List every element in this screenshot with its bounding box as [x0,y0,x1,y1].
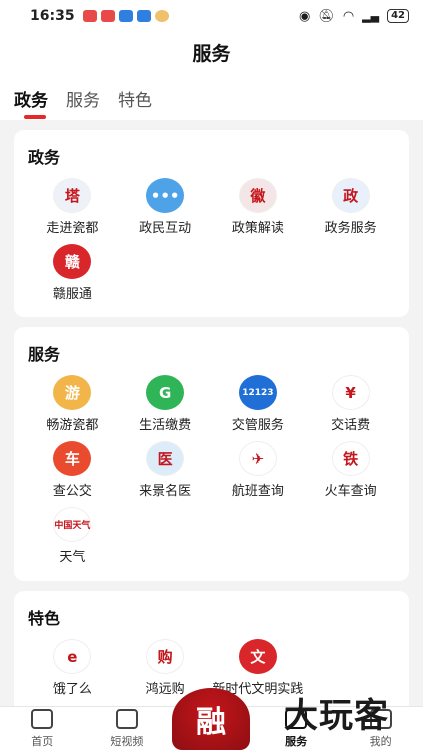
app-notification-icon [100,10,115,22]
service-item[interactable]: ••• 政民互动 [119,178,212,236]
battery-icon: 42 [387,9,409,23]
mute-icon: 🔕︎ [318,8,335,24]
service-item-label: 政务服务 [324,221,377,236]
service-item[interactable]: 中国天气 天气 [26,507,119,565]
tabbar-video[interactable]: 短视频 [85,707,170,753]
app-notification-icon [82,10,97,22]
doctor-icon: 医 [146,441,185,476]
service-item-label: 交管服务 [231,418,284,433]
gan-fu-tong-icon: 赣 [53,244,92,279]
service-item[interactable]: 赣赣服通 [26,244,119,302]
content-scroll[interactable]: 政务 塔走进瓷都 ••• 政民互动徽政策解读政政务服务赣赣服通 服务 游畅游瓷都 G 生… [0,120,423,706]
chat-bubble-icon: ••• [146,178,185,213]
service-item[interactable]: 徽政策解读 [212,178,305,236]
page-title: 服务 [0,32,423,76]
watermark: 大玩客 [284,696,389,736]
status-bar: 16:35 ◉ 🔕︎ ◠ ▂▄ 42 [0,0,423,32]
airline-icon: ✈ [238,441,277,476]
tabbar-label: 首页 [31,735,54,748]
notification-icons [82,10,169,22]
service-item[interactable]: 车查公交 [26,441,119,499]
service-item-label: 赣服通 [52,287,92,302]
service-item-label: 饿了么 [52,682,92,697]
eye-icon: ◉ [298,8,311,24]
tabbar-label: 短视频 [110,735,144,748]
civilization-icon: 文 [238,639,277,674]
wifi-icon: ◠ [342,8,355,24]
gov-service-icon: 政 [331,178,370,213]
service-item[interactable]: 购鸿远购 [119,639,212,697]
service-item[interactable]: 政政务服务 [304,178,397,236]
app-notification-icon [136,10,151,22]
service-item-label: 畅游瓷都 [46,418,99,433]
hongyuan-icon: 购 [146,639,185,674]
service-item[interactable]: 12123 交管服务 [212,375,305,433]
service-item-label: 生活缴费 [139,418,192,433]
service-item[interactable]: 医来景名医 [119,441,212,499]
service-item-label: 鸿远购 [145,682,185,697]
service-item-label: 火车查询 [324,484,377,499]
service-item[interactable]: 塔走进瓷都 [26,178,119,236]
service-item-label: 走进瓷都 [46,221,99,236]
service-item-label: 来景名医 [139,484,192,499]
service-item-label: 查公交 [52,484,92,499]
bus-icon: 车 [53,441,92,476]
phone-bill-icon: ¥ [331,375,370,410]
weather-icon: 中国天气 [53,507,92,542]
tab-service[interactable]: 服务 [66,86,100,111]
app-notification-icon [118,10,133,22]
traffic-12123-icon: 12123 [238,375,277,410]
tab-gov[interactable]: 政务 [14,86,48,119]
service-grid: 游畅游瓷都 G 生活缴费 12123 交管服务 ¥ 交话费车查公交医来景名医 ✈ 航班查询铁火车… [26,375,397,565]
railway-icon: 铁 [331,441,370,476]
emblem-icon: 徽 [238,178,277,213]
center-logo-button[interactable]: 融 [172,688,250,750]
section-title: 特色 [28,609,61,628]
service-section: 服务 游畅游瓷都 G 生活缴费 12123 交管服务 ¥ 交话费车查公交医来景名医 ✈ 航班查询… [14,327,409,581]
app-notification-icon [154,10,169,22]
section-title: 政务 [28,148,61,167]
service-item-label: 政策解读 [231,221,284,236]
service-item[interactable]: e 饿了么 [26,639,119,697]
service-item[interactable]: ✈ 航班查询 [212,441,305,499]
service-item[interactable]: 铁火车查询 [304,441,397,499]
service-item-label: 交话费 [331,418,371,433]
gov-section: 政务 塔走进瓷都 ••• 政民互动徽政策解读政政务服务赣赣服通 [14,130,409,317]
tabbar-home[interactable]: 首页 [0,707,85,753]
video-icon [115,709,138,729]
service-item[interactable]: ¥ 交话费 [304,375,397,433]
pagoda-icon: 塔 [53,178,92,213]
eleme-icon: e [53,639,92,674]
status-time: 16:35 [30,8,75,24]
service-item-label: 航班查询 [231,484,284,499]
signal-icon: ▂▄ [362,9,380,23]
service-item[interactable]: G 生活缴费 [119,375,212,433]
tab-special[interactable]: 特色 [118,86,152,111]
gov-grid: 塔走进瓷都 ••• 政民互动徽政策解读政政务服务赣赣服通 [26,178,397,302]
section-title: 服务 [28,345,61,364]
tower-icon: 游 [53,375,92,410]
service-item[interactable]: 游畅游瓷都 [26,375,119,433]
service-item-label: 政民互动 [139,221,192,236]
home-icon [31,709,54,729]
category-tabs: 政务 服务 特色 [0,76,423,120]
service-item-label: 天气 [59,550,86,565]
payment-icon: G [146,375,185,410]
